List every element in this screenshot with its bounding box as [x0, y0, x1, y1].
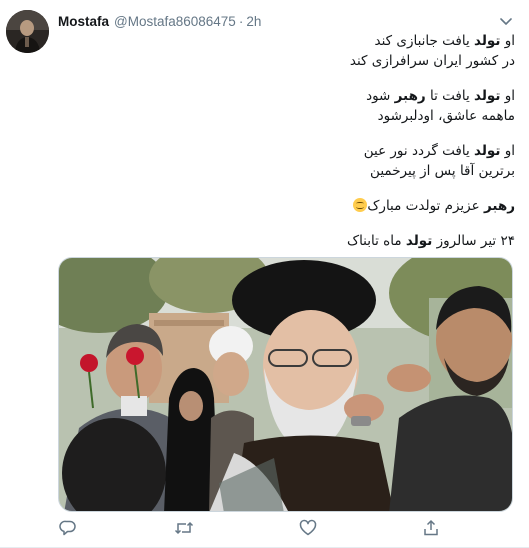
smiling-face-emoji-icon	[353, 198, 368, 212]
timestamp[interactable]: 2h	[246, 14, 261, 29]
text-run: یافت جانبازی کند	[374, 33, 475, 49]
reply-icon	[59, 519, 77, 542]
display-name[interactable]: Mostafa	[58, 14, 109, 29]
text-run: یافت گردد نور عین	[363, 143, 475, 159]
hashtag-bold: تولد	[474, 33, 501, 49]
text-line: او تولد یافت تا رهبر شود	[58, 86, 515, 106]
tweet-header: Mostafa @Mostafa86086475 · 2h	[58, 12, 261, 30]
hashtag-bold: تولد	[474, 143, 501, 159]
text-line: رهبر عزیزم تولدت مبارک	[58, 196, 515, 216]
user-handle[interactable]: @Mostafa86086475	[114, 14, 236, 29]
text-line: در کشور ایران سرافرازی کند	[349, 53, 515, 69]
text-run: او	[500, 143, 515, 159]
avatar[interactable]	[6, 10, 49, 53]
reply-button[interactable]	[58, 520, 78, 540]
tweet-actions	[58, 519, 513, 542]
more-options-button[interactable]	[497, 12, 515, 30]
hashtag-bold: رهبر	[483, 198, 515, 214]
text-run: عزیزم تولدت مبارک	[367, 198, 484, 214]
text-run: یافت تا	[425, 88, 475, 104]
tweet[interactable]: Mostafa @Mostafa86086475 · 2h او تولد یا…	[0, 0, 529, 548]
text-line: ماهمه عاشق، اودلبرشود	[377, 108, 515, 124]
text-run: ۲۴ تیر سالروز	[432, 233, 515, 249]
heart-icon	[299, 519, 317, 542]
text-line: او تولد یافت گردد نور عین	[58, 141, 515, 161]
hashtag-bold: تولد	[474, 88, 501, 104]
text-line: ۲۴ تیر سالروز تولد ماه تابناک	[58, 231, 515, 251]
tweet-text: او تولد یافت جانبازی کند در کشور ایران س…	[58, 31, 515, 251]
like-button[interactable]	[298, 519, 318, 542]
text-run: او	[500, 88, 515, 104]
separator-dot: ·	[238, 13, 244, 29]
hashtag-bold: تولد	[405, 233, 433, 249]
chevron-down-icon	[497, 12, 515, 30]
text-line: برترین آقا پس از پیرخمین	[370, 163, 515, 179]
retweet-icon	[174, 519, 194, 542]
text-run: او	[500, 33, 515, 49]
tweet-photo[interactable]	[58, 257, 513, 512]
hashtag-bold: رهبر	[394, 88, 426, 104]
text-line: او تولد یافت جانبازی کند	[58, 31, 516, 51]
text-run: شود	[366, 88, 395, 104]
share-icon	[422, 519, 440, 542]
share-button[interactable]	[421, 519, 441, 542]
text-run: ماه تابناک	[346, 233, 406, 249]
retweet-button[interactable]	[174, 520, 194, 540]
